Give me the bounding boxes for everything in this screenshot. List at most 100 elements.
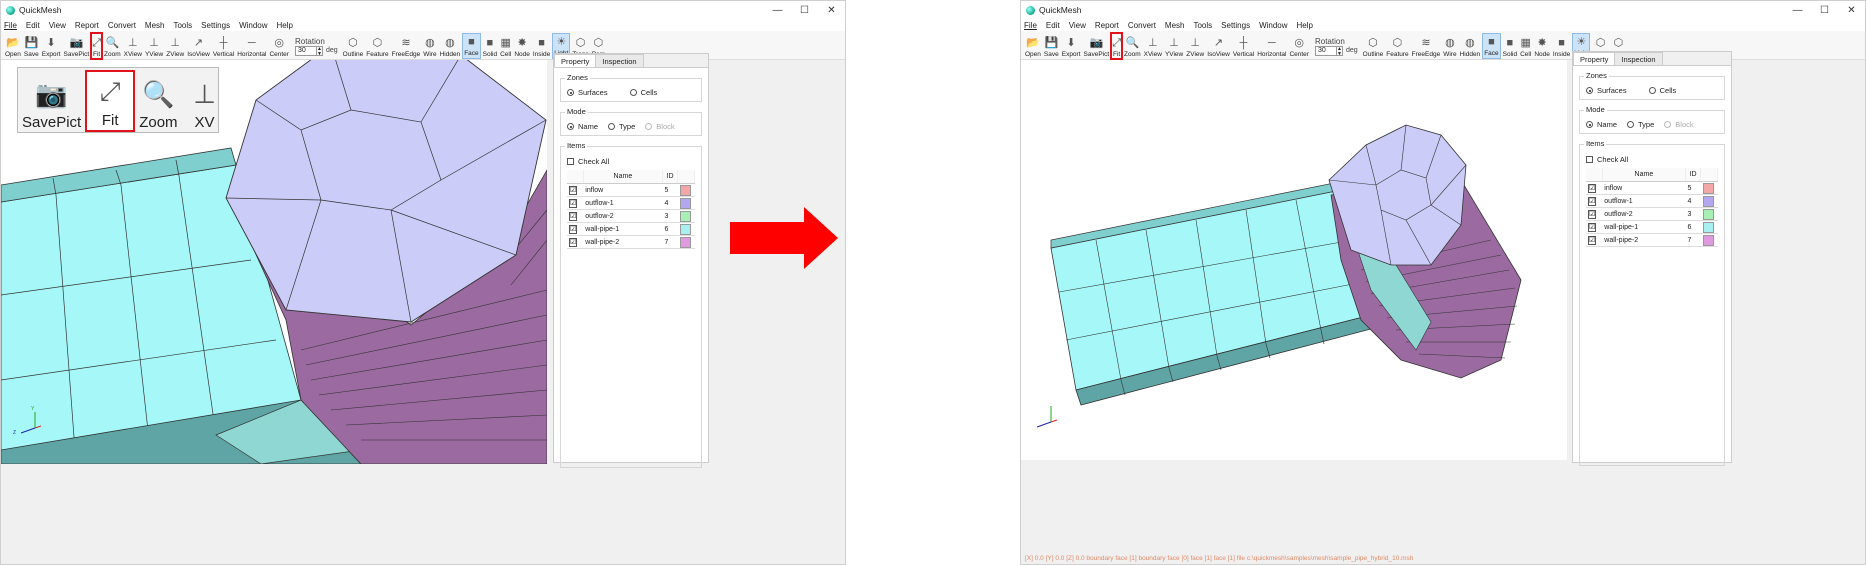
row-checkbox[interactable]: ☑ xyxy=(569,198,578,208)
menu-report[interactable]: Report xyxy=(1095,21,1119,30)
center-button[interactable]: ◎ Center xyxy=(268,33,290,59)
row-checkbox[interactable]: ☑ xyxy=(569,185,578,195)
horizontal-button[interactable]: ─ Horizontal xyxy=(236,33,267,59)
vertical-button[interactable]: ┼ Vertical xyxy=(212,33,235,59)
menu-file[interactable]: File xyxy=(4,21,17,30)
rotation-spinner[interactable]: ▲ ▼ xyxy=(1336,45,1343,56)
menu-settings[interactable]: Settings xyxy=(201,21,230,30)
menu-report[interactable]: Report xyxy=(75,21,99,30)
menu-help[interactable]: Help xyxy=(1297,21,1313,30)
inside-button[interactable]: ■ Inside xyxy=(532,33,551,59)
xview-button[interactable]: ⊥ XView xyxy=(1143,33,1163,59)
inside-button[interactable]: ■ Inside xyxy=(1552,33,1571,59)
vertical-button[interactable]: ┼ Vertical xyxy=(1232,33,1255,59)
mode-type-radio[interactable]: Type xyxy=(608,122,635,131)
rotation-input[interactable]: 30 xyxy=(1314,45,1337,56)
table-row[interactable]: ☑ wall-pipe-1 6 xyxy=(567,222,695,236)
center-button[interactable]: ◎ Center xyxy=(1288,33,1310,59)
zoom-button[interactable]: 🔍 Zoom xyxy=(1123,33,1142,59)
mode-block-radio[interactable]: Block xyxy=(645,122,675,131)
menu-mesh[interactable]: Mesh xyxy=(145,21,165,30)
table-row[interactable]: ☑ outflow-1 4 xyxy=(1586,194,1718,208)
mode-name-radio[interactable]: Name xyxy=(567,122,598,131)
zone-surfaces-radio[interactable]: Surfaces xyxy=(567,88,608,97)
row-checkbox[interactable]: ☑ xyxy=(1588,235,1597,245)
zoom-button[interactable]: 🔍 Zoom xyxy=(103,33,122,59)
open-button[interactable]: 📂 Open xyxy=(4,33,22,59)
face-button[interactable]: ■ Face xyxy=(462,33,481,59)
solid-button[interactable]: ■ Solid xyxy=(482,33,498,59)
zone-cells-radio[interactable]: Cells xyxy=(1648,86,1676,95)
menu-view[interactable]: View xyxy=(1069,21,1086,30)
zone-cells-radio[interactable]: Cells xyxy=(629,88,657,97)
fit-button[interactable]: ⤢ Fit xyxy=(90,32,103,60)
export-button[interactable]: ⬇ Export xyxy=(41,33,62,59)
menu-edit[interactable]: Edit xyxy=(26,21,40,30)
export-button[interactable]: ⬇ Export xyxy=(1061,33,1082,59)
menu-tools[interactable]: Tools xyxy=(1193,21,1212,30)
hidden-button[interactable]: ◍ Hidden xyxy=(439,33,462,59)
feature-button[interactable]: ⬡ Feature xyxy=(1385,33,1409,59)
rotation-input[interactable]: 30 xyxy=(294,45,317,56)
row-color-swatch[interactable] xyxy=(679,184,691,196)
xview-button[interactable]: ⊥ XView xyxy=(123,33,143,59)
table-row[interactable]: ☑ wall-pipe-2 7 xyxy=(567,235,695,249)
row-color-swatch[interactable] xyxy=(1702,182,1714,194)
rotation-spinner[interactable]: ▲ ▼ xyxy=(316,45,323,56)
row-color-swatch[interactable] xyxy=(1702,221,1714,233)
tab-inspection[interactable]: Inspection xyxy=(1614,52,1663,65)
row-color-swatch[interactable] xyxy=(679,236,691,248)
savepict-button[interactable]: 📷 SavePict xyxy=(63,33,91,59)
maximize-button[interactable]: ☐ xyxy=(791,1,818,19)
cell-button[interactable]: ▦ Cell xyxy=(1519,33,1532,59)
menu-window[interactable]: Window xyxy=(1259,21,1287,30)
table-row[interactable]: ☑ outflow-2 3 xyxy=(567,209,695,223)
freeedge-button[interactable]: ≋ FreeEdge xyxy=(391,33,422,59)
solid-button[interactable]: ■ Solid xyxy=(1502,33,1518,59)
row-color-swatch[interactable] xyxy=(679,197,691,209)
hidden-button[interactable]: ◍ Hidden xyxy=(1459,33,1482,59)
outline-button[interactable]: ⬡ Outline xyxy=(342,33,365,59)
close-button[interactable]: ✕ xyxy=(1838,1,1865,19)
isoview-button[interactable]: ↗ IsoView xyxy=(186,33,211,59)
face-button[interactable]: ■ Face xyxy=(1482,33,1501,59)
menu-convert[interactable]: Convert xyxy=(1128,21,1156,30)
zview-button[interactable]: ⊥ ZView xyxy=(1185,33,1205,59)
menu-edit[interactable]: Edit xyxy=(1046,21,1060,30)
open-button[interactable]: 📂 Open xyxy=(1024,33,1042,59)
node-button[interactable]: ✸ Node xyxy=(513,33,531,59)
menu-window[interactable]: Window xyxy=(239,21,267,30)
row-checkbox[interactable]: ☑ xyxy=(1588,222,1597,232)
row-checkbox[interactable]: ☑ xyxy=(1588,196,1597,206)
save-button[interactable]: 💾 Save xyxy=(1043,33,1060,59)
table-row[interactable]: ☑ wall-pipe-2 7 xyxy=(1586,233,1718,247)
row-checkbox[interactable]: ☑ xyxy=(1588,183,1597,193)
menu-help[interactable]: Help xyxy=(277,21,293,30)
menu-file[interactable]: File xyxy=(1024,21,1037,30)
cell-button[interactable]: ▦ Cell xyxy=(499,33,512,59)
table-row[interactable]: ☑ outflow-1 4 xyxy=(567,196,695,210)
wire-button[interactable]: ◍ Wire xyxy=(422,33,437,59)
row-checkbox[interactable]: ☑ xyxy=(569,224,578,234)
minimize-button[interactable]: — xyxy=(1784,1,1811,19)
tab-inspection[interactable]: Inspection xyxy=(595,54,644,67)
row-color-swatch[interactable] xyxy=(1702,234,1714,246)
feature-button[interactable]: ⬡ Feature xyxy=(365,33,389,59)
check-all-checkbox[interactable]: Check All xyxy=(1580,145,1724,166)
menu-mesh[interactable]: Mesh xyxy=(1165,21,1185,30)
mode-block-radio[interactable]: Block xyxy=(1664,120,1694,129)
menu-view[interactable]: View xyxy=(49,21,66,30)
row-color-swatch[interactable] xyxy=(679,223,691,235)
row-color-swatch[interactable] xyxy=(1702,195,1714,207)
yview-button[interactable]: ⊥ YView xyxy=(144,33,164,59)
row-checkbox[interactable]: ☑ xyxy=(569,211,578,221)
table-row[interactable]: ☑ outflow-2 3 xyxy=(1586,207,1718,221)
mode-name-radio[interactable]: Name xyxy=(1586,120,1617,129)
row-color-swatch[interactable] xyxy=(1702,208,1714,220)
minimize-button[interactable]: — xyxy=(764,1,791,19)
maximize-button[interactable]: ☐ xyxy=(1811,1,1838,19)
row-color-swatch[interactable] xyxy=(679,210,691,222)
row-checkbox[interactable]: ☑ xyxy=(569,237,578,247)
save-button[interactable]: 💾 Save xyxy=(23,33,40,59)
menu-tools[interactable]: Tools xyxy=(173,21,192,30)
